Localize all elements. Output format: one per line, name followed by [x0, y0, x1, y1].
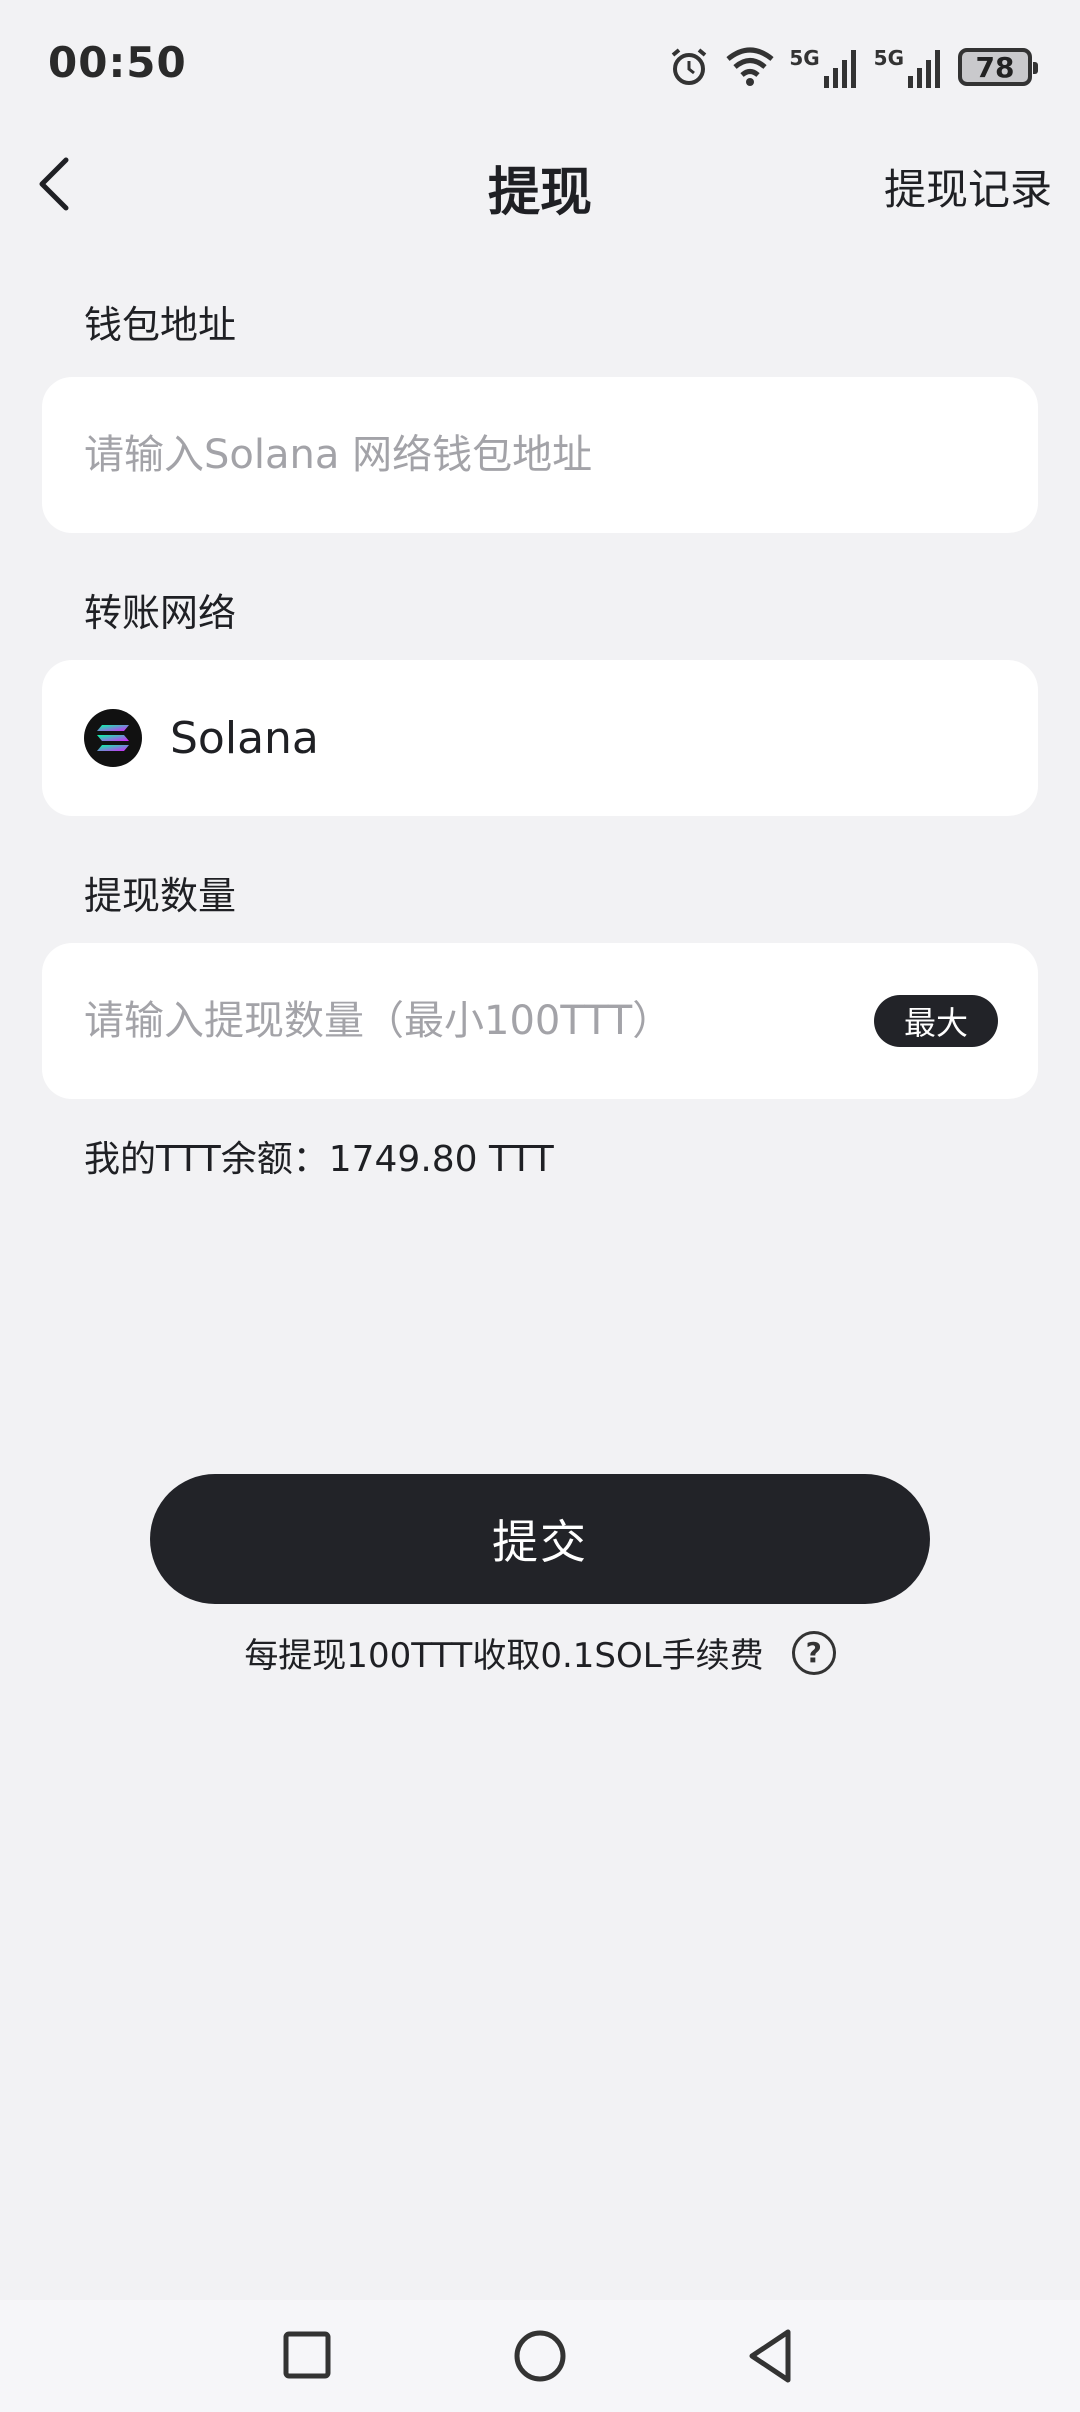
- question-help-icon[interactable]: ?: [791, 1630, 836, 1675]
- withdraw-amount-input[interactable]: [84, 943, 884, 1099]
- status-icons: 5G 5G 78: [667, 42, 1038, 92]
- navigation-bar: 提现 提现记录: [0, 136, 1080, 232]
- status-time: 00:50: [48, 38, 187, 87]
- transfer-network-label: 转账网络: [84, 591, 237, 635]
- withdraw-amount-label: 提现数量: [84, 874, 237, 918]
- solana-logo-icon: [84, 709, 142, 767]
- transfer-network-selector[interactable]: Solana: [42, 660, 1038, 816]
- withdraw-history-link[interactable]: 提现记录: [884, 156, 1052, 217]
- signal-5g-1: 5G: [789, 46, 859, 88]
- wifi-icon: [726, 47, 774, 86]
- wallet-address-card: [42, 377, 1038, 533]
- alarm-icon: [672, 48, 707, 85]
- max-button[interactable]: 最大: [874, 995, 998, 1047]
- signal-5g-2: 5G: [874, 46, 944, 88]
- status-bar: 00:50 5G 5G 78: [0, 0, 1080, 136]
- ttt-balance: 我的TTT余额：1749.80 TTT: [84, 1139, 554, 1180]
- wallet-address-input[interactable]: [84, 377, 944, 533]
- withdraw-amount-card: 最大: [42, 943, 1038, 1099]
- network-type-label: 5G: [873, 46, 904, 70]
- fee-note: 每提现100TTT收取0.1SOL手续费 ?: [0, 1628, 1080, 1677]
- signal-bars-icon: [823, 50, 856, 88]
- back-triangle-icon[interactable]: [740, 2324, 804, 2388]
- submit-button[interactable]: 提交: [150, 1474, 930, 1604]
- network-name: Solana: [170, 712, 319, 764]
- wallet-address-label: 钱包地址: [84, 303, 237, 347]
- system-navigation-bar: [0, 2300, 1080, 2412]
- network-type-label: 5G: [789, 46, 820, 70]
- home-circle-icon[interactable]: [508, 2324, 572, 2388]
- network-row: Solana: [84, 660, 319, 816]
- fee-note-text: 每提现100TTT收取0.1SOL手续费: [244, 1636, 764, 1676]
- recent-apps-square-icon[interactable]: [276, 2324, 340, 2388]
- battery-icon: 78: [958, 48, 1038, 86]
- signal-bars-icon: [908, 50, 940, 88]
